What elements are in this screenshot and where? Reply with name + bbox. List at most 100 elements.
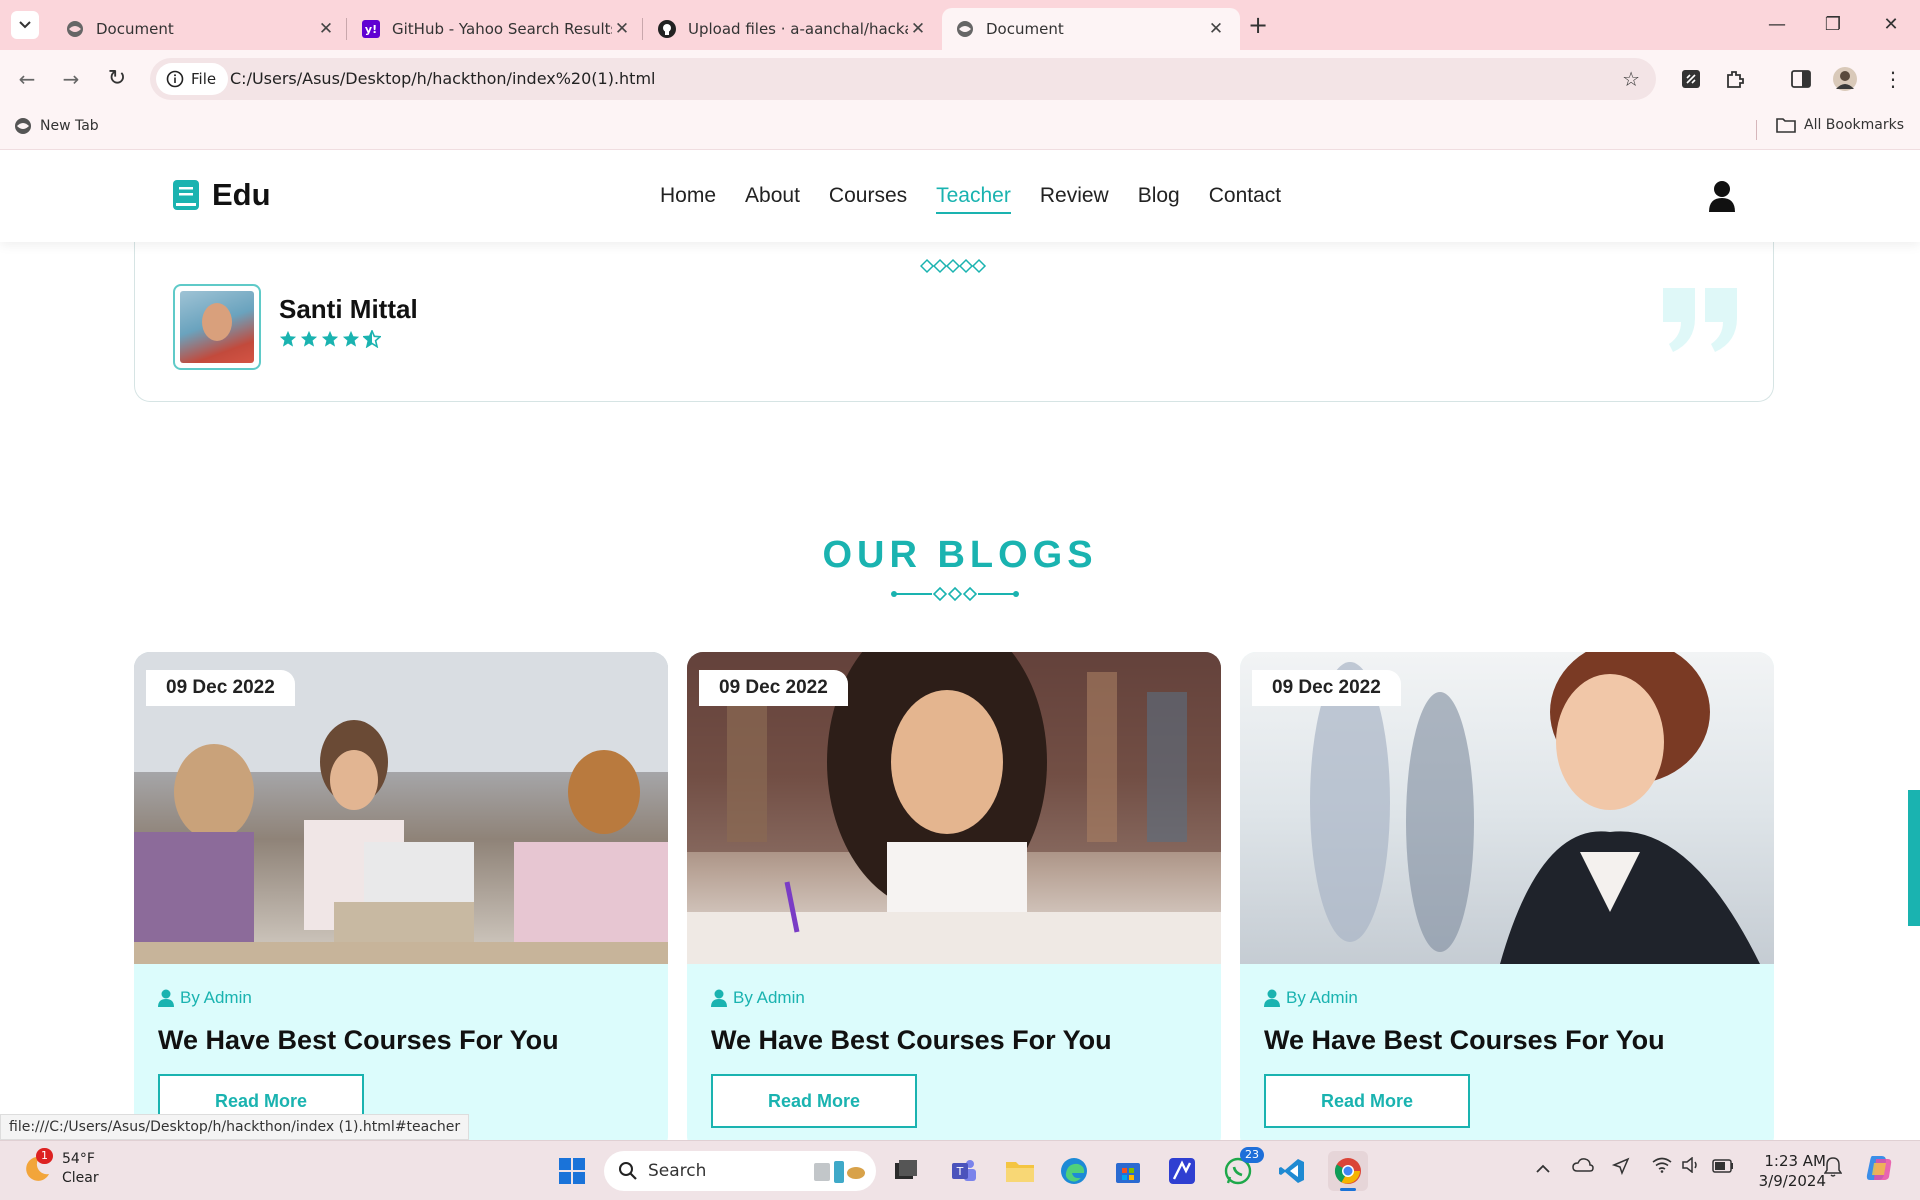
bookmark-new-tab[interactable]: New Tab (14, 117, 99, 135)
url-text[interactable]: C:/Users/Asus/Desktop/h/hackthon/index%2… (230, 69, 655, 88)
copilot-icon[interactable] (1864, 1153, 1894, 1187)
whatsapp-icon[interactable]: 23 (1218, 1147, 1264, 1191)
forward-button[interactable]: → (56, 64, 86, 94)
nav-home[interactable]: Home (660, 184, 716, 214)
weather-temp: 54°F (62, 1151, 95, 1167)
star-icon (300, 330, 318, 347)
address-bar[interactable]: File C:/Users/Asus/Desktop/h/hackthon/in… (150, 58, 1656, 100)
side-panel-icon[interactable] (1788, 66, 1814, 92)
windows-icon (559, 1158, 585, 1184)
user-icon (1264, 989, 1280, 1007)
clock-date: 3/9/2024 (1758, 1172, 1826, 1190)
blog-image-businesswoman: 09 Dec 2022 (1240, 652, 1774, 964)
globe-icon (956, 20, 974, 38)
weather-condition: Clear (62, 1170, 99, 1186)
new-tab-button[interactable]: + (1244, 12, 1272, 40)
edge-icon[interactable] (1054, 1151, 1094, 1191)
battery-icon[interactable] (1712, 1158, 1734, 1177)
blog-card: 09 Dec 2022 By Admin We Have Best Course… (687, 652, 1221, 1140)
blog-author: By Admin (711, 988, 805, 1008)
reviewer-avatar (173, 284, 261, 370)
scroll-to-top-tab[interactable] (1908, 790, 1920, 926)
bookmark-star-icon[interactable]: ☆ (1622, 67, 1640, 91)
minimize-button[interactable]: — (1762, 10, 1792, 40)
volume-icon[interactable] (1682, 1156, 1702, 1177)
read-more-button[interactable]: Read More (1264, 1074, 1470, 1128)
all-bookmarks-button[interactable]: All Bookmarks (1776, 117, 1904, 133)
tray-overflow-chevron-icon[interactable] (1536, 1159, 1550, 1178)
read-more-button[interactable]: Read More (711, 1074, 917, 1128)
nav-courses[interactable]: Courses (829, 184, 907, 214)
file-explorer-icon[interactable] (1000, 1151, 1040, 1191)
tab-yahoo-search[interactable]: y! GitHub - Yahoo Search Results ✕ (348, 8, 646, 50)
nav-blog[interactable]: Blog (1138, 184, 1180, 214)
weather-alert-badge: 1 (36, 1148, 53, 1164)
close-window-button[interactable]: ✕ (1876, 10, 1906, 40)
nav-teacher[interactable]: Teacher (936, 184, 1011, 214)
microsoft-store-icon[interactable] (1108, 1151, 1148, 1191)
tab-document-active[interactable]: Document ✕ (942, 8, 1240, 50)
restore-button[interactable]: ❐ (1818, 10, 1848, 40)
extension-icon[interactable] (1678, 66, 1704, 92)
onedrive-icon[interactable] (1572, 1157, 1594, 1177)
tab-title: Upload files · a-aanchal/hackathon (688, 20, 908, 38)
blog-author-label: By Admin (1286, 988, 1358, 1007)
teams-icon[interactable]: T (944, 1151, 984, 1191)
blog-author-label: By Admin (733, 988, 805, 1007)
tab-close-icon[interactable]: ✕ (1206, 19, 1226, 39)
site-header: Edu Home About Courses Teacher Review Bl… (0, 150, 1920, 242)
blog-title: We Have Best Courses For You (1264, 1025, 1665, 1055)
power-automate-icon[interactable] (1162, 1151, 1202, 1191)
blog-author: By Admin (1264, 988, 1358, 1008)
tab-close-icon[interactable]: ✕ (316, 19, 336, 39)
reviewer-name: Santi Mittal (279, 294, 418, 324)
bookmark-label: New Tab (40, 118, 99, 134)
taskbar-clock[interactable]: 1:23 AM 3/9/2024 (1734, 1151, 1826, 1191)
notifications-bell-icon[interactable] (1823, 1157, 1843, 1181)
tab-search-button[interactable] (11, 11, 39, 39)
browser-toolbar: ← → ↻ File C:/Users/Asus/Desktop/h/hackt… (0, 50, 1920, 108)
link-status-bar: file:///C:/Users/Asus/Desktop/h/hackthon… (0, 1114, 470, 1140)
star-half-icon (363, 330, 381, 348)
tab-separator (346, 18, 347, 40)
blog-title: We Have Best Courses For You (711, 1025, 1112, 1055)
more-menu-icon[interactable]: ⋮ (1880, 66, 1906, 92)
location-icon[interactable] (1611, 1157, 1630, 1179)
book-icon (173, 180, 199, 210)
tab-title: Document (96, 20, 174, 38)
user-icon (711, 989, 727, 1007)
weather-widget[interactable]: 1 54°F Clear (22, 1148, 99, 1188)
quote-icon (1661, 286, 1739, 359)
task-view-icon[interactable] (886, 1151, 926, 1191)
blog-author: By Admin (158, 988, 252, 1008)
tab-close-icon[interactable]: ✕ (612, 19, 632, 39)
start-button[interactable] (552, 1151, 592, 1191)
tab-document-1[interactable]: Document ✕ (52, 8, 350, 50)
bookmarks-bar: New Tab All Bookmarks (0, 108, 1920, 150)
nav-about[interactable]: About (745, 184, 800, 214)
folder-icon (1776, 118, 1796, 133)
star-icon (279, 330, 297, 347)
user-account-icon[interactable] (1708, 180, 1736, 217)
tab-close-icon[interactable]: ✕ (908, 19, 928, 39)
wifi-icon[interactable] (1652, 1157, 1672, 1177)
blog-image-students: 09 Dec 2022 (134, 652, 668, 964)
profile-avatar[interactable] (1832, 66, 1858, 92)
site-info-chip[interactable]: File (156, 63, 229, 95)
nav-review[interactable]: Review (1040, 184, 1109, 214)
clock-time: 1:23 AM (1764, 1152, 1826, 1170)
vscode-icon[interactable] (1272, 1151, 1312, 1191)
yahoo-icon: y! (362, 20, 380, 38)
tab-github-upload[interactable]: Upload files · a-aanchal/hackathon ✕ (644, 8, 942, 50)
reload-button[interactable]: ↻ (102, 64, 132, 94)
globe-icon (15, 118, 31, 134)
tab-separator (642, 18, 643, 40)
site-logo[interactable]: Edu (172, 177, 271, 213)
puzzle-extensions-icon[interactable] (1722, 66, 1748, 92)
blog-date: 09 Dec 2022 (1252, 670, 1401, 706)
nav-contact[interactable]: Contact (1209, 184, 1281, 214)
chrome-icon[interactable] (1328, 1151, 1368, 1191)
back-button[interactable]: ← (12, 64, 42, 94)
user-icon (158, 989, 174, 1007)
taskbar-search[interactable]: Search (604, 1151, 876, 1191)
